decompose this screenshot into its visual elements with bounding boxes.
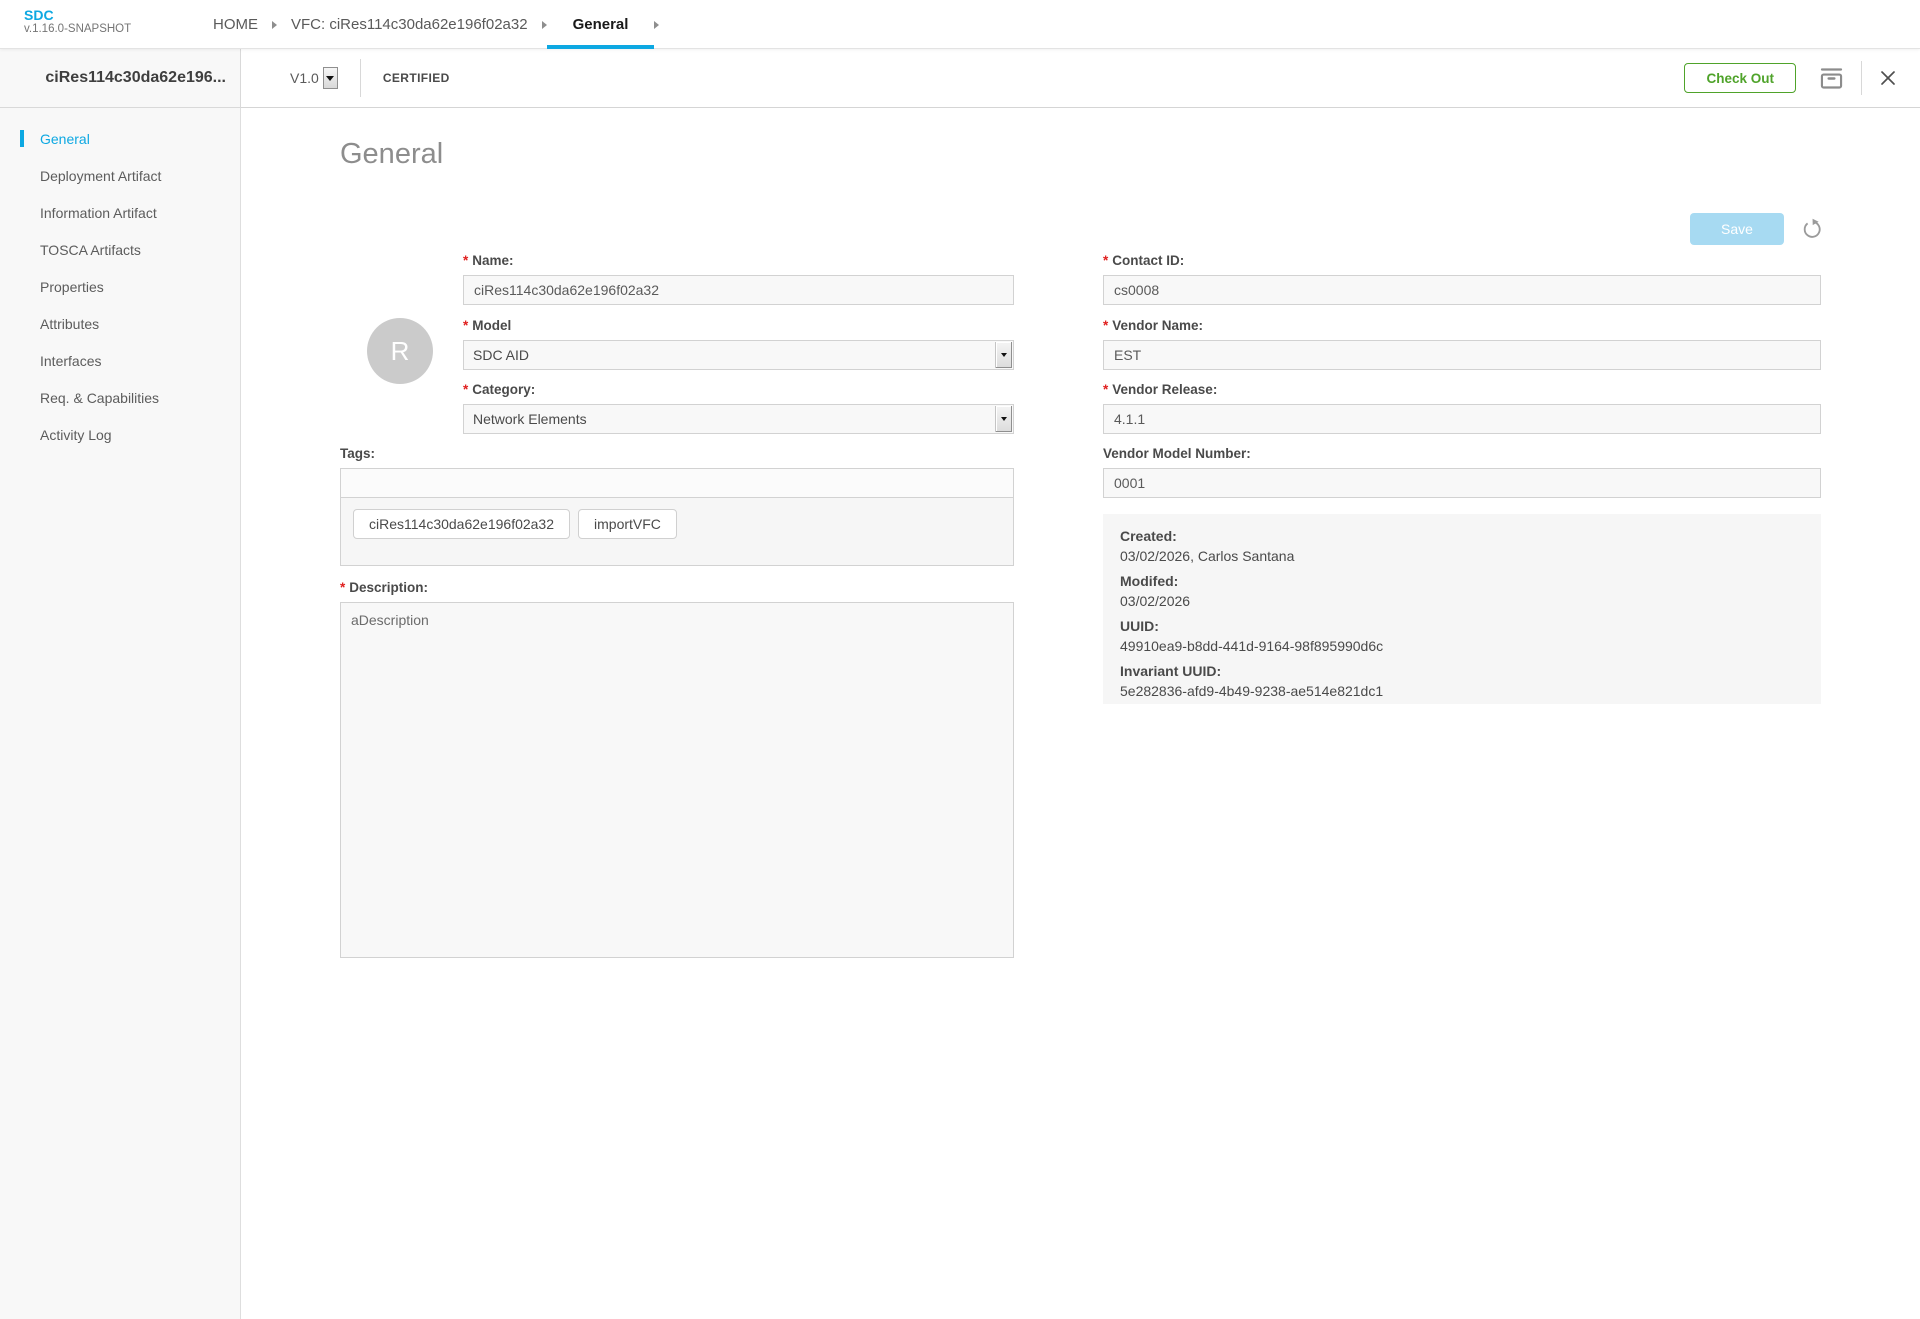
check-out-button[interactable]: Check Out	[1684, 63, 1796, 93]
sidebar-item-general[interactable]: General	[0, 120, 240, 157]
created-label: Created:	[1120, 528, 1177, 544]
sidebar-item-activity-log[interactable]: Activity Log	[0, 416, 240, 453]
resource-title-panel: ciRes114c30da62e196...	[0, 49, 241, 108]
required-asterisk: *	[463, 318, 469, 333]
resource-title: ciRes114c30da62e196...	[45, 69, 226, 86]
archive-icon[interactable]	[1818, 65, 1845, 92]
vendor-release-field-group: * Vendor Release:	[1103, 382, 1821, 434]
category-field-group: * Category: Network Elements	[463, 382, 1014, 434]
category-label: * Category:	[463, 382, 536, 397]
description-textarea[interactable]: aDescription	[340, 602, 1014, 958]
invariant-uuid-meta: Invariant UUID: 5e282836-afd9-4b49-9238-…	[1120, 661, 1805, 701]
contact-id-label: * Contact ID:	[1103, 253, 1185, 268]
tab-general-label: General	[572, 16, 629, 33]
resource-avatar: R	[367, 318, 433, 384]
breadcrumb-arrow-icon	[654, 20, 660, 29]
breadcrumb-home[interactable]: HOME	[213, 16, 258, 33]
sdc-logo: SDC v.1.16.0-SNAPSHOT	[24, 7, 131, 36]
app-version: v.1.16.0-SNAPSHOT	[24, 23, 132, 36]
modified-meta: Modifed: 03/02/2026	[1120, 571, 1805, 611]
modified-label: Modifed:	[1120, 573, 1179, 589]
select-arrow-icon[interactable]	[995, 406, 1012, 432]
vendor-name-input[interactable]	[1103, 340, 1821, 370]
header-divider	[359, 59, 361, 97]
invariant-uuid-label: Invariant UUID:	[1120, 663, 1222, 679]
name-input[interactable]	[463, 275, 1014, 305]
save-button[interactable]: Save	[1690, 213, 1784, 245]
sidebar-item-req-capabilities[interactable]: Req. & Capabilities	[0, 379, 240, 416]
tag-chip[interactable]: importVFC	[578, 509, 677, 539]
required-asterisk: *	[463, 382, 469, 397]
required-asterisk: *	[1103, 318, 1109, 333]
model-label: * Model	[463, 318, 512, 333]
required-asterisk: *	[463, 253, 469, 268]
vendor-model-number-input[interactable]	[1103, 468, 1821, 498]
general-page: General Save R *Name: *Model SDC AID *Ca…	[241, 108, 1920, 1319]
breadcrumb-arrow-icon	[272, 20, 277, 29]
active-tab-underline	[546, 45, 655, 49]
sidebar-item-deployment-artifact[interactable]: Deployment Artifact	[0, 157, 240, 194]
model-select[interactable]: SDC AID	[463, 340, 1014, 370]
vendor-release-label: * Vendor Release:	[1103, 382, 1218, 397]
vendor-model-number-label: Vendor Model Number:	[1103, 446, 1251, 461]
tags-list: ciRes114c30da62e196f02a32 importVFC	[340, 497, 1014, 566]
name-field-group: * Name:	[463, 253, 1014, 305]
created-meta: Created: 03/02/2026, Carlos Santana	[1120, 526, 1805, 566]
required-asterisk: *	[340, 580, 346, 595]
breadcrumb-vfc[interactable]: VFC: ciRes114c30da62e196f02a32	[291, 16, 528, 33]
tags-label: Tags:	[340, 446, 376, 461]
model-select-value: SDC AID	[473, 347, 530, 363]
lifecycle-state-badge: CERTIFIED	[382, 71, 450, 85]
page-title: General	[340, 138, 444, 170]
app-name: SDC	[24, 7, 54, 23]
header-toolbar: V1.0 CERTIFIED Check Out	[241, 49, 1920, 108]
modified-value: 03/02/2026	[1120, 593, 1191, 609]
category-select-value: Network Elements	[473, 411, 587, 427]
category-select[interactable]: Network Elements	[463, 404, 1014, 434]
version-select[interactable]: V1.0	[290, 67, 338, 89]
name-label: * Name:	[463, 253, 514, 268]
description-label: * Description:	[340, 580, 429, 595]
tag-chip[interactable]: ciRes114c30da62e196f02a32	[353, 509, 571, 539]
vendor-name-field-group: * Vendor Name:	[1103, 318, 1821, 370]
sidebar-item-tosca-artifacts[interactable]: TOSCA Artifacts	[0, 231, 240, 268]
required-asterisk: *	[1103, 253, 1109, 268]
sidebar-item-attributes[interactable]: Attributes	[0, 305, 240, 342]
created-value: 03/02/2026, Carlos Santana	[1120, 548, 1295, 564]
vendor-model-number-field-group: Vendor Model Number:	[1103, 446, 1821, 498]
sidebar-item-properties[interactable]: Properties	[0, 268, 240, 305]
tab-general[interactable]: General	[546, 0, 655, 49]
top-nav-bar: SDC v.1.16.0-SNAPSHOT HOME VFC: ciRes114…	[0, 0, 1920, 49]
uuid-label: UUID:	[1120, 618, 1159, 634]
metadata-panel: Created: 03/02/2026, Carlos Santana Modi…	[1103, 514, 1821, 704]
left-menu: General Deployment Artifact Information …	[0, 108, 241, 1319]
model-field-group: * Model SDC AID	[463, 318, 1014, 370]
contact-id-field-group: * Contact ID:	[1103, 253, 1821, 305]
select-arrow-icon[interactable]	[995, 342, 1012, 368]
breadcrumb: HOME VFC: ciRes114c30da62e196f02a32 Gene…	[199, 0, 660, 49]
sidebar-item-information-artifact[interactable]: Information Artifact	[0, 194, 240, 231]
uuid-value: 49910ea9-b8dd-441d-9164-98f895990d6c	[1120, 638, 1384, 654]
vendor-release-input[interactable]	[1103, 404, 1821, 434]
active-item-indicator	[20, 130, 24, 147]
tags-field-group: Tags: ciRes114c30da62e196f02a32 importVF…	[340, 446, 1014, 566]
required-asterisk: *	[1103, 382, 1109, 397]
header-divider	[1861, 61, 1862, 95]
tags-input[interactable]	[340, 468, 1014, 498]
version-select-value: V1.0	[290, 70, 319, 86]
version-select-arrow-icon[interactable]	[322, 67, 338, 89]
vendor-name-label: * Vendor Name:	[1103, 318, 1204, 333]
description-field-group: * Description: aDescription	[340, 580, 1014, 963]
sidebar-item-interfaces[interactable]: Interfaces	[0, 342, 240, 379]
uuid-meta: UUID: 49910ea9-b8dd-441d-9164-98f895990d…	[1120, 616, 1805, 656]
invariant-uuid-value: 5e282836-afd9-4b49-9238-ae514e821dc1	[1120, 683, 1384, 699]
close-icon[interactable]	[1878, 68, 1898, 88]
contact-id-input[interactable]	[1103, 275, 1821, 305]
refresh-icon[interactable]	[1801, 218, 1823, 245]
